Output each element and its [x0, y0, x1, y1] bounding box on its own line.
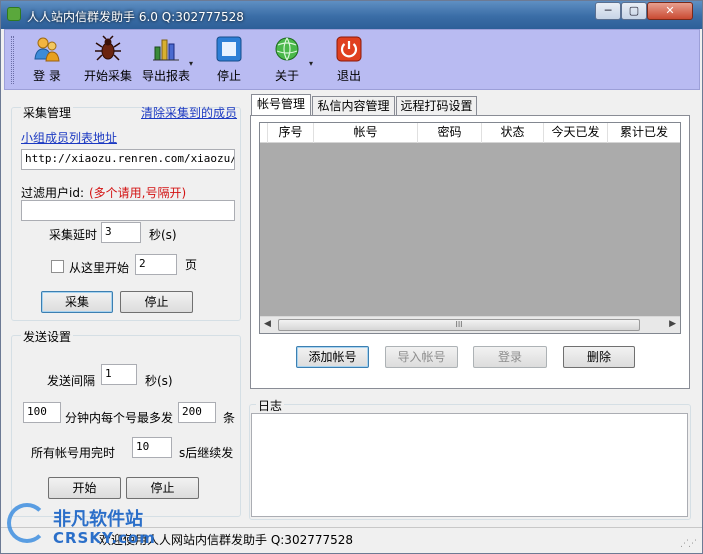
send-group-title: 发送设置: [21, 328, 74, 345]
export-report-label: 导出报表: [141, 69, 190, 83]
url-input[interactable]: http://xiaozu.renren.com/xiaozu/102: [21, 149, 235, 170]
window-title: 人人站内信群发助手 6.0 Q:302777528: [27, 10, 244, 24]
member-list-link[interactable]: 小组成员列表地址: [21, 129, 117, 146]
title-bar[interactable]: 人人站内信群发助手 6.0 Q:302777528 ─ ▢ ✕: [1, 1, 702, 29]
watermark-logo-icon: [7, 503, 47, 543]
scroll-right-icon[interactable]: ▶: [669, 319, 676, 329]
minimize-button[interactable]: ─: [595, 2, 621, 20]
power-icon: [336, 36, 362, 62]
export-report-toolbar-button[interactable]: 导出报表: [139, 35, 193, 84]
filter-label: 过滤用户id:: [21, 186, 84, 200]
page-input[interactable]: 2: [135, 254, 177, 275]
column-header-status[interactable]: 状态: [482, 123, 544, 143]
column-header-password[interactable]: 密码: [418, 123, 482, 143]
table-horizontal-scrollbar[interactable]: ◀ III ▶: [260, 316, 680, 333]
start-collect-label: 开始采集: [83, 69, 132, 83]
globe-icon: [275, 37, 299, 61]
delay-input[interactable]: 3: [101, 222, 141, 243]
stop-toolbar-button[interactable]: 停止: [209, 35, 249, 84]
tab-captcha-settings[interactable]: 远程打码设置: [396, 96, 477, 116]
stop-icon: [216, 36, 242, 62]
all-done-label: 所有帐号用完时: [31, 446, 116, 460]
main-window: 人人站内信群发助手 6.0 Q:302777528 ─ ▢ ✕ 登 录 开始采集: [0, 0, 703, 554]
maximize-button[interactable]: ▢: [621, 2, 647, 20]
exit-label: 退出: [336, 69, 361, 83]
table-header: 序号 帐号 密码 状态 今天已发 累计已发: [260, 123, 680, 143]
per-account-label: 分钟内每个号最多发: [65, 411, 174, 425]
scroll-left-icon[interactable]: ◀: [264, 319, 271, 329]
max-count-input[interactable]: 200: [178, 402, 216, 423]
filter-hint: (多个请用,号隔开): [89, 186, 187, 200]
close-button[interactable]: ✕: [647, 2, 693, 20]
collect-button[interactable]: 采集: [41, 291, 113, 313]
watermark-line2: CRSKY.com: [53, 529, 156, 547]
interval-label: 发送间隔: [47, 374, 96, 388]
login-label: 登 录: [33, 69, 61, 83]
column-header-index[interactable]: 序号: [268, 123, 314, 143]
scroll-thumb[interactable]: III: [278, 319, 640, 331]
log-textarea[interactable]: [251, 413, 688, 517]
resize-grip-icon[interactable]: ⋰⋰: [680, 539, 697, 549]
send-stop-button[interactable]: 停止: [126, 477, 199, 499]
login-toolbar-button[interactable]: 登 录: [25, 35, 69, 84]
log-title: 日志: [256, 397, 285, 414]
app-icon: [7, 7, 21, 21]
exit-toolbar-button[interactable]: 退出: [329, 35, 369, 84]
interval-unit: 秒(s): [145, 374, 173, 388]
stop-label: 停止: [216, 69, 241, 83]
resume-input[interactable]: 10: [132, 437, 172, 458]
resume-label: s后继续发: [179, 446, 234, 460]
import-account-button[interactable]: 导入帐号: [385, 346, 458, 368]
clear-collected-link[interactable]: 清除采集到的成员: [141, 104, 237, 121]
toolbar: 登 录 开始采集 导出报表 ▾ 停止 关于 ▾ 退出: [4, 29, 700, 90]
start-collect-toolbar-button[interactable]: 开始采集: [81, 35, 135, 84]
minutes-input[interactable]: 100: [23, 402, 61, 423]
about-dropdown-arrow[interactable]: ▾: [309, 59, 313, 68]
add-account-button[interactable]: 添加帐号: [296, 346, 369, 368]
about-label: 关于: [274, 69, 299, 83]
watermark: 非凡软件站 CRSKY.com: [1, 497, 171, 554]
delete-account-button[interactable]: 删除: [563, 346, 635, 368]
column-header-sent-today[interactable]: 今天已发: [544, 123, 608, 143]
collect-stop-button[interactable]: 停止: [120, 291, 193, 313]
bar-chart-icon: [153, 39, 179, 61]
start-from-checkbox[interactable]: [51, 260, 64, 273]
interval-input[interactable]: 1: [101, 364, 137, 385]
send-start-button[interactable]: 开始: [48, 477, 121, 499]
tab-message-content[interactable]: 私信内容管理: [312, 96, 395, 116]
collect-group-title: 采集管理: [21, 104, 74, 121]
column-header-account[interactable]: 帐号: [314, 123, 418, 143]
toolbar-grip[interactable]: [11, 36, 14, 84]
page-unit: 页: [185, 258, 198, 272]
header-spacer: [260, 123, 268, 143]
watermark-line1: 非凡软件站: [53, 509, 143, 530]
users-login-icon: [34, 37, 60, 62]
export-dropdown-arrow[interactable]: ▾: [189, 59, 193, 68]
accounts-table[interactable]: 序号 帐号 密码 状态 今天已发 累计已发 ◀ III ▶: [259, 122, 681, 334]
bug-icon: [95, 35, 121, 61]
account-login-button[interactable]: 登录: [473, 346, 547, 368]
delay-unit: 秒(s): [149, 228, 177, 242]
about-toolbar-button[interactable]: 关于: [267, 35, 307, 84]
delay-label: 采集延时: [49, 228, 98, 242]
max-count-unit: 条: [223, 411, 236, 425]
tab-account-management[interactable]: 帐号管理: [251, 94, 311, 116]
filter-input[interactable]: [21, 200, 235, 221]
start-from-label[interactable]: 从这里开始: [69, 259, 129, 276]
column-header-sent-total[interactable]: 累计已发: [608, 123, 680, 143]
